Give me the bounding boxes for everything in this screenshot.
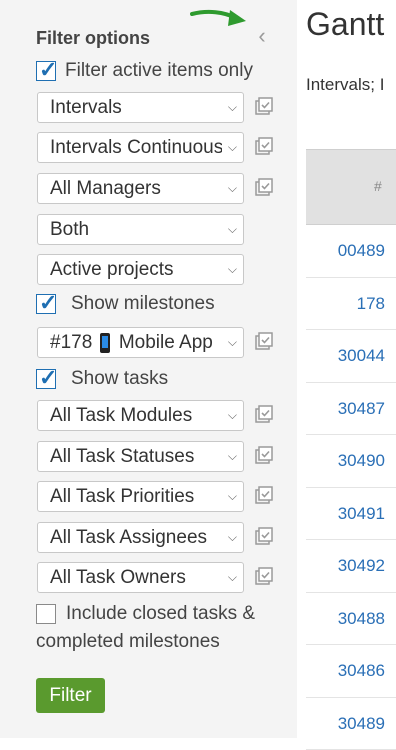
save-preset-icon[interactable] xyxy=(254,137,274,157)
table-row: 30492 xyxy=(306,540,396,593)
interval-select-value: Intervals xyxy=(50,93,222,122)
mobile-phone-icon xyxy=(100,333,110,353)
both-select[interactable]: Both ⌵ xyxy=(37,214,244,245)
row-link[interactable]: 30491 xyxy=(338,504,385,524)
chevron-down-icon: ⌵ xyxy=(228,93,237,122)
task-statuses-select-value: All Task Statuses xyxy=(50,442,222,471)
filter-button[interactable]: Filter xyxy=(36,678,105,713)
projects-select-value: Active projects xyxy=(50,255,222,284)
row-link[interactable]: 30487 xyxy=(338,399,385,419)
task-assignees-select-value: All Task Assignees xyxy=(50,523,222,552)
show-tasks-row[interactable]: ✓ Show tasks xyxy=(36,368,168,390)
row-link[interactable]: 178 xyxy=(357,294,385,314)
gantt-table: # 00489 178 30044 30487 30490 30491 3049… xyxy=(306,149,396,750)
include-closed-checkbox[interactable] xyxy=(36,604,56,624)
both-select-value: Both xyxy=(50,215,222,244)
task-statuses-select[interactable]: All Task Statuses ⌵ xyxy=(37,441,244,472)
interval-type-select-value: Intervals Continuous xyxy=(50,133,222,162)
table-row: 30486 xyxy=(306,645,396,698)
filter-sidebar: ‹ Filter options ✓ Filter active items o… xyxy=(0,0,297,738)
chevron-down-icon: ⌵ xyxy=(228,482,237,511)
table-row: 30488 xyxy=(306,593,396,646)
table-header: # xyxy=(306,149,396,225)
row-link[interactable]: 30489 xyxy=(338,714,385,734)
chevron-down-icon: ⌵ xyxy=(228,523,237,552)
annotation-arrow-icon xyxy=(190,2,252,32)
show-milestones-checkbox[interactable]: ✓ xyxy=(36,294,56,314)
row-link[interactable]: 00489 xyxy=(338,241,385,261)
milestone-select[interactable]: #178 Mobile App ⌵ xyxy=(37,327,244,358)
chevron-down-icon: ⌵ xyxy=(228,442,237,471)
chevron-down-icon: ⌵ xyxy=(228,563,237,592)
save-preset-icon[interactable] xyxy=(254,178,274,198)
row-link[interactable]: 30488 xyxy=(338,609,385,629)
table-row: 178 xyxy=(306,278,396,331)
show-milestones-row[interactable]: ✓ Show milestones xyxy=(36,293,215,315)
chevron-down-icon: ⌵ xyxy=(228,255,237,284)
save-preset-icon[interactable] xyxy=(254,332,274,352)
projects-select[interactable]: Active projects ⌵ xyxy=(37,254,244,285)
include-closed-label: Include closed tasks & completed milesto… xyxy=(36,603,255,652)
filter-active-checkbox[interactable]: ✓ xyxy=(36,61,56,81)
save-preset-icon[interactable] xyxy=(254,97,274,117)
chevron-down-icon: ⌵ xyxy=(228,401,237,430)
save-preset-icon[interactable] xyxy=(254,446,274,466)
table-row: 30044 xyxy=(306,330,396,383)
interval-type-select[interactable]: Intervals Continuous ⌵ xyxy=(37,132,244,163)
table-row: 30489 xyxy=(306,698,396,750)
task-assignees-select[interactable]: All Task Assignees ⌵ xyxy=(37,522,244,553)
page-title: Gantt xyxy=(306,6,384,43)
row-link[interactable]: 30486 xyxy=(338,661,385,681)
chevron-down-icon: ⌵ xyxy=(228,328,237,357)
task-owners-select-value: All Task Owners xyxy=(50,563,222,592)
task-priorities-select[interactable]: All Task Priorities ⌵ xyxy=(37,481,244,512)
task-priorities-select-value: All Task Priorities xyxy=(50,482,222,511)
table-row: 30491 xyxy=(306,488,396,541)
filter-active-row[interactable]: ✓ Filter active items only xyxy=(36,60,253,82)
row-link[interactable]: 30044 xyxy=(338,346,385,366)
save-preset-icon[interactable] xyxy=(254,527,274,547)
table-row: 30490 xyxy=(306,435,396,488)
save-preset-icon[interactable] xyxy=(254,486,274,506)
include-closed-row[interactable]: Include closed tasks & completed milesto… xyxy=(36,600,286,656)
show-tasks-label: Show tasks xyxy=(71,368,168,390)
chevron-down-icon: ⌵ xyxy=(228,133,237,162)
save-preset-icon[interactable] xyxy=(254,405,274,425)
chevron-left-icon: ‹ xyxy=(258,23,265,48)
interval-select[interactable]: Intervals ⌵ xyxy=(37,92,244,123)
task-modules-select-value: All Task Modules xyxy=(50,401,222,430)
table-row: 00489 xyxy=(306,225,396,278)
page-subtitle: Intervals; I xyxy=(306,75,384,95)
table-row: 30487 xyxy=(306,383,396,436)
task-modules-select[interactable]: All Task Modules ⌵ xyxy=(37,400,244,431)
chevron-down-icon: ⌵ xyxy=(228,215,237,244)
column-header-number[interactable]: # xyxy=(374,178,382,194)
milestone-name: Mobile App xyxy=(119,332,213,353)
row-link[interactable]: 30492 xyxy=(338,556,385,576)
show-milestones-label: Show milestones xyxy=(71,293,215,315)
row-link[interactable]: 30490 xyxy=(338,451,385,471)
managers-select-value: All Managers xyxy=(50,174,222,203)
filter-options-title: Filter options xyxy=(36,28,150,49)
save-preset-icon[interactable] xyxy=(254,567,274,587)
managers-select[interactable]: All Managers ⌵ xyxy=(37,173,244,204)
milestone-number: #178 xyxy=(50,332,92,353)
task-owners-select[interactable]: All Task Owners ⌵ xyxy=(37,562,244,593)
filter-active-label: Filter active items only xyxy=(65,60,253,82)
collapse-sidebar-button[interactable]: ‹ xyxy=(252,24,272,48)
show-tasks-checkbox[interactable]: ✓ xyxy=(36,369,56,389)
chevron-down-icon: ⌵ xyxy=(228,174,237,203)
